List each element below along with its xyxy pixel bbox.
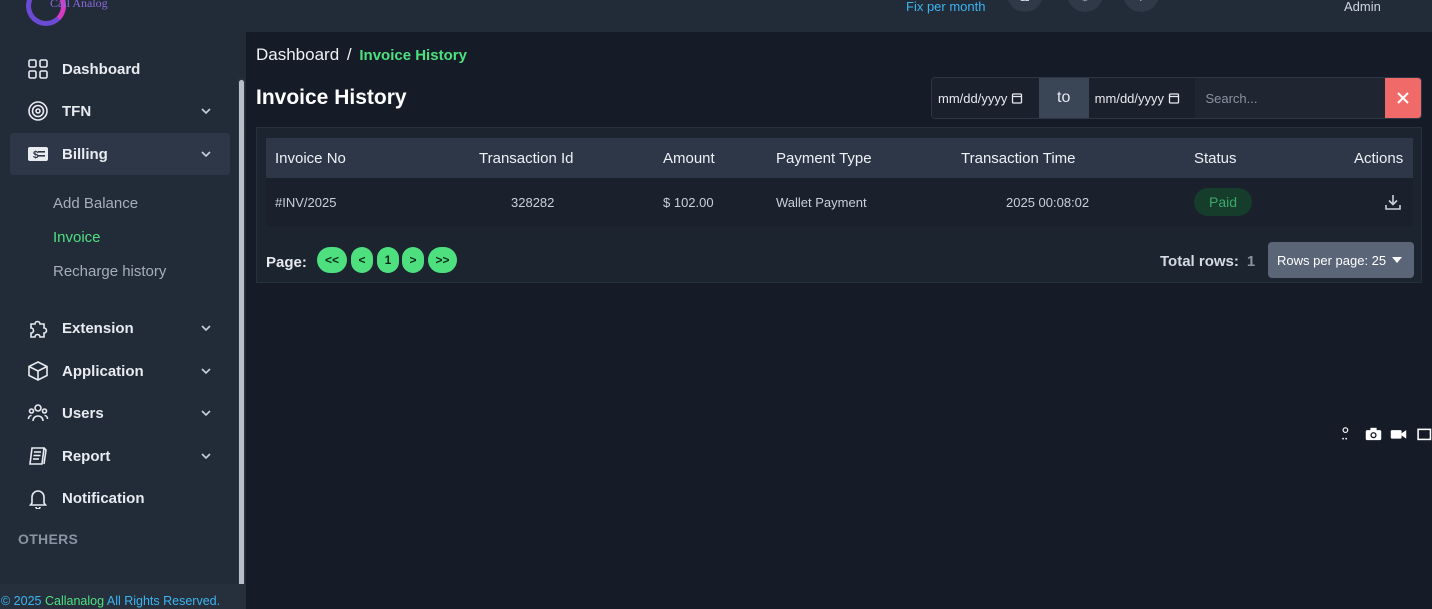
close-icon bbox=[1397, 92, 1409, 104]
total-rows: Total rows: 1 bbox=[1160, 253, 1255, 270]
sidebar-subitem-invoice[interactable]: Invoice bbox=[53, 229, 101, 246]
from-date-placeholder: mm/dd/yyyy bbox=[938, 90, 1008, 106]
capture-widget bbox=[1340, 421, 1432, 447]
grid-icon bbox=[27, 58, 49, 80]
pagination-label: Page: bbox=[266, 254, 307, 271]
breadcrumb: Dashboard / Invoice History bbox=[256, 45, 467, 65]
chevron-down-icon[interactable] bbox=[200, 105, 212, 117]
phone-icon[interactable]: ☎ bbox=[1007, 0, 1043, 12]
window-icon[interactable] bbox=[1415, 424, 1432, 444]
total-rows-label: Total rows: bbox=[1160, 253, 1239, 270]
sidebar-item-label: Report bbox=[62, 447, 111, 465]
to-date-input[interactable]: mm/dd/yyyy bbox=[1088, 78, 1196, 118]
cell-amount: $ 102.00 bbox=[663, 195, 714, 210]
sidebar-subitem-add-balance[interactable]: Add Balance bbox=[53, 195, 138, 212]
chevron-down-icon[interactable] bbox=[200, 407, 212, 419]
chevron-down-icon[interactable] bbox=[200, 148, 212, 160]
calendar-icon[interactable] bbox=[1168, 92, 1180, 104]
sidebar-item-label: Dashboard bbox=[62, 60, 141, 78]
sidebar: Dashboard TFN $ Billing Add Balance Invo… bbox=[0, 32, 246, 609]
chevron-down-icon[interactable] bbox=[200, 322, 212, 334]
sidebar-item-label: Notification bbox=[62, 489, 145, 507]
table-header: Invoice No Transaction Id Amount Payment… bbox=[266, 138, 1413, 178]
calendar-icon[interactable] bbox=[1011, 92, 1023, 104]
sidebar-item-report[interactable]: Report bbox=[10, 435, 230, 477]
sidebar-item-dashboard[interactable]: Dashboard bbox=[10, 48, 230, 90]
sidebar-item-label: Extension bbox=[62, 319, 134, 337]
footer-prefix: © 2025 bbox=[1, 594, 42, 608]
plan-text[interactable]: Fix per month bbox=[906, 0, 985, 14]
page-1-button[interactable]: 1 bbox=[377, 247, 399, 273]
column-header-transaction-time[interactable]: Transaction Time bbox=[961, 150, 1076, 167]
table-row[interactable]: #INV/2025 328282 $ 102.00 Wallet Payment… bbox=[266, 178, 1413, 226]
breadcrumb-root[interactable]: Dashboard bbox=[256, 45, 339, 64]
sidebar-item-users[interactable]: Users bbox=[10, 392, 230, 434]
camera-icon[interactable] bbox=[1365, 424, 1382, 444]
cell-payment-type: Wallet Payment bbox=[776, 195, 867, 210]
sidebar-item-label: Application bbox=[62, 362, 144, 380]
sidebar-item-billing[interactable]: $ Billing bbox=[10, 133, 230, 175]
footer-suffix: All Rights Reserved. bbox=[106, 594, 221, 608]
annotate-icon[interactable] bbox=[1340, 424, 1357, 444]
sidebar-item-label: Billing bbox=[62, 145, 108, 163]
sidebar-subitem-recharge-history[interactable]: Recharge history bbox=[53, 263, 166, 280]
clear-filter-button[interactable] bbox=[1385, 78, 1421, 118]
invoice-table-card: Invoice No Transaction Id Amount Payment… bbox=[256, 127, 1422, 283]
help-icon[interactable]: ? bbox=[1123, 0, 1159, 12]
next-page-button[interactable]: > bbox=[402, 247, 424, 273]
top-bar: Call Analog Fix per month ☎ ⚙ ? Admin bbox=[0, 0, 1432, 32]
chevron-down-icon[interactable] bbox=[200, 365, 212, 377]
cell-transaction-id: 328282 bbox=[511, 195, 555, 210]
first-page-button[interactable]: << bbox=[317, 247, 347, 273]
cell-transaction-time: 2025 00:08:02 bbox=[1006, 195, 1090, 210]
users-icon bbox=[27, 402, 49, 424]
breadcrumb-current: Invoice History bbox=[359, 47, 467, 64]
settings-icon[interactable]: ⚙ bbox=[1067, 0, 1103, 12]
search-input[interactable]: Search... bbox=[1195, 78, 1386, 118]
user-name[interactable]: Admin bbox=[1344, 0, 1381, 14]
date-range-to-label: to bbox=[1038, 78, 1089, 118]
sidebar-item-extension[interactable]: Extension bbox=[10, 307, 230, 349]
sidebar-item-notification[interactable]: Notification bbox=[10, 477, 230, 519]
rows-per-page-select[interactable]: Rows per page: 25 bbox=[1268, 242, 1414, 278]
cube-icon bbox=[27, 360, 49, 382]
video-camera-icon[interactable] bbox=[1390, 424, 1407, 444]
column-header-transaction-id[interactable]: Transaction Id bbox=[479, 150, 574, 167]
column-header-amount[interactable]: Amount bbox=[663, 150, 715, 167]
bell-icon bbox=[27, 487, 49, 509]
footer: © 2025 Callanalog All Rights Reserved. bbox=[0, 584, 246, 609]
total-rows-value: 1 bbox=[1246, 253, 1256, 270]
logo-text: Call Analog bbox=[50, 0, 108, 10]
column-header-payment-type[interactable]: Payment Type bbox=[776, 150, 872, 167]
last-page-button[interactable]: >> bbox=[428, 247, 457, 273]
to-date-placeholder: mm/dd/yyyy bbox=[1094, 90, 1165, 106]
sidebar-item-application[interactable]: Application bbox=[10, 350, 230, 392]
sidebar-item-label: TFN bbox=[62, 102, 92, 120]
column-header-actions: Actions bbox=[1354, 150, 1404, 167]
sidebar-section-others: OTHERS bbox=[18, 531, 79, 547]
puzzle-icon bbox=[27, 317, 49, 339]
download-icon[interactable] bbox=[1384, 193, 1402, 211]
dollar-bill-icon: $ bbox=[27, 143, 49, 165]
target-icon bbox=[27, 100, 49, 122]
prev-page-button[interactable]: < bbox=[351, 247, 373, 273]
cell-invoice-no: #INV/2025 bbox=[275, 195, 337, 210]
report-icon bbox=[27, 445, 49, 467]
sidebar-item-label: Users bbox=[62, 404, 104, 422]
footer-brand-link[interactable]: Callanalog bbox=[45, 594, 104, 608]
filter-bar: mm/dd/yyyy to mm/dd/yyyy Search... bbox=[931, 77, 1422, 119]
sidebar-item-tfn[interactable]: TFN bbox=[10, 90, 230, 132]
from-date-input[interactable]: mm/dd/yyyy bbox=[932, 78, 1039, 118]
caret-down-icon bbox=[1392, 257, 1403, 263]
chevron-down-icon[interactable] bbox=[200, 450, 212, 462]
rows-per-page-label: Rows per page: 25 bbox=[1277, 252, 1387, 268]
status-badge: Paid bbox=[1194, 188, 1252, 216]
column-header-invoice-no[interactable]: Invoice No bbox=[275, 150, 346, 167]
column-header-status[interactable]: Status bbox=[1194, 150, 1237, 167]
page-title: Invoice History bbox=[256, 86, 407, 109]
breadcrumb-separator: / bbox=[346, 45, 352, 64]
sidebar-scrollbar-thumb[interactable] bbox=[239, 80, 244, 598]
